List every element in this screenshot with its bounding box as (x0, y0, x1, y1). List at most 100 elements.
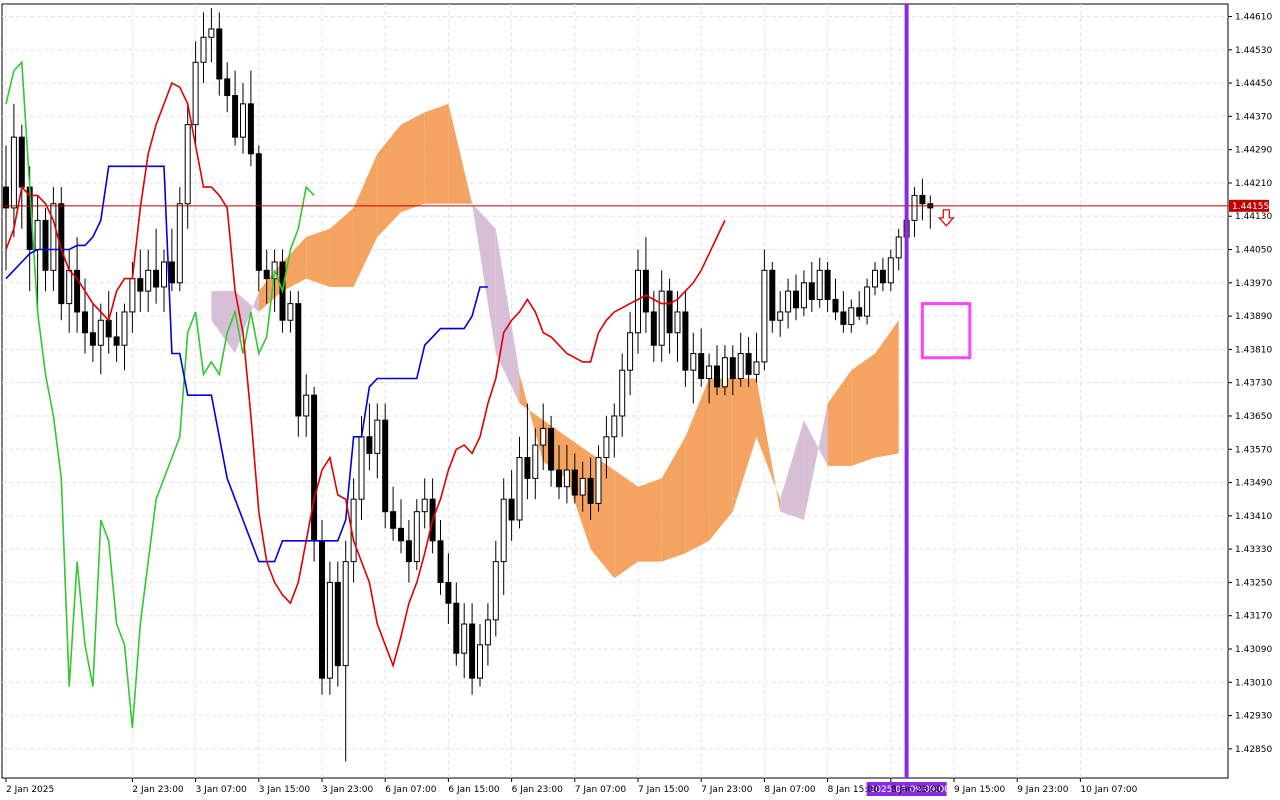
candle-body (887, 257, 894, 284)
y-tick-label: 1.44050 (1235, 246, 1272, 256)
x-tick-label: 7 Jan 15:00 (638, 785, 690, 795)
candle-body (563, 469, 570, 488)
y-tick-label: 1.42930 (1235, 712, 1272, 722)
candle-body (729, 357, 736, 380)
candle-body (848, 307, 855, 325)
candle-body (390, 511, 397, 529)
candle-body (611, 415, 618, 438)
candle-body (548, 427, 555, 471)
kumo-segment (306, 228, 330, 287)
y-tick-label: 1.43410 (1235, 512, 1272, 522)
candle-body (477, 644, 483, 679)
candle-body (42, 219, 49, 271)
kumo-segment (424, 103, 449, 204)
candle-body (382, 419, 389, 513)
candle-body (674, 311, 681, 334)
candle-body (793, 290, 799, 309)
candle-body (161, 261, 167, 288)
candle-body (216, 28, 223, 80)
candle-body (895, 236, 902, 259)
y-tick-label: 1.44130 (1235, 212, 1272, 222)
candle-body (484, 619, 491, 646)
kumo-segment (638, 478, 662, 562)
candle-body (469, 623, 476, 679)
ichimoku-chart: 1.441552025.01.09 09:00 1.446101.445301.… (1, 3, 1272, 796)
x-tick-label: 8 Jan 15:00 (828, 785, 880, 795)
candle-body (532, 444, 539, 479)
candle-body (666, 290, 673, 334)
candle-body (864, 286, 871, 317)
y-tick-label: 1.42850 (1235, 745, 1272, 755)
kumo-segment (614, 470, 638, 579)
candle-body (287, 303, 294, 321)
x-tick-label: 9 Jan 23:00 (1017, 785, 1069, 795)
candle-body (437, 540, 444, 583)
x-tick-label: 7 Jan 07:00 (575, 785, 627, 795)
candle-body (619, 369, 626, 417)
candle-body (66, 269, 73, 305)
candle-body (872, 269, 878, 288)
x-tick-label: 2 Jan 23:00 (132, 785, 184, 795)
x-tick-label: 7 Jan 23:00 (701, 785, 753, 795)
kumo-segment (851, 353, 875, 466)
candle-body (192, 61, 199, 126)
candle-body (208, 28, 215, 38)
candle-body (319, 540, 325, 679)
y-tick-label: 1.44450 (1235, 79, 1272, 89)
y-tick-label: 1.43970 (1235, 279, 1272, 289)
x-tick-label: 8 Jan 07:00 (764, 785, 816, 795)
candle-body (721, 357, 728, 388)
candle-body (761, 269, 768, 363)
candle-body (89, 332, 96, 346)
candle-body (556, 469, 562, 488)
candle-body (808, 282, 815, 300)
y-tick-label: 1.44530 (1235, 46, 1272, 56)
candle-body (18, 136, 25, 188)
candle-body (800, 282, 807, 309)
candle-body (445, 581, 452, 604)
candle-body (579, 477, 586, 496)
y-tick-label: 1.43650 (1235, 412, 1272, 422)
candle-body (184, 124, 191, 205)
candle-body (840, 311, 847, 325)
candle-body (642, 269, 649, 313)
candle-body (113, 336, 120, 346)
candle-body (627, 332, 634, 371)
candle-body (421, 498, 428, 513)
candle-body (832, 298, 839, 313)
y-tick-label: 1.43570 (1235, 445, 1272, 455)
candle-body (650, 311, 657, 346)
candle-body (587, 477, 594, 504)
x-tick-label: 8 Jan 23:00 (891, 785, 943, 795)
y-tick-label: 1.44210 (1235, 179, 1272, 189)
candle-body (595, 457, 602, 504)
x-tick-label: 3 Jan 23:00 (322, 785, 374, 795)
candle-body (398, 527, 404, 542)
candle-body (200, 36, 207, 63)
candle-body (232, 95, 239, 138)
candle-body (247, 103, 254, 155)
candle-body (168, 261, 175, 284)
candle-body (374, 419, 381, 454)
candle-body (224, 78, 231, 97)
y-tick-label: 1.43250 (1235, 578, 1272, 588)
candle-body (919, 194, 926, 205)
candle-body (753, 361, 760, 375)
y-tick-label: 1.43810 (1235, 345, 1272, 355)
candle-body (121, 311, 128, 346)
candle-body (303, 394, 310, 417)
candle-body (658, 290, 665, 346)
candle-body (342, 561, 349, 667)
candle-body (706, 365, 713, 380)
candle-body (153, 269, 160, 288)
candle-body (129, 278, 136, 313)
y-tick-label: 1.43330 (1235, 545, 1272, 555)
candle-body (737, 353, 744, 380)
candle-body (524, 457, 531, 479)
candle-body (82, 311, 88, 334)
candle-body (824, 269, 831, 300)
y-tick-label: 1.44610 (1235, 12, 1272, 22)
candle-body (311, 394, 318, 542)
candle-body (358, 436, 365, 500)
current-price-label: 1.44155 (1232, 202, 1269, 212)
